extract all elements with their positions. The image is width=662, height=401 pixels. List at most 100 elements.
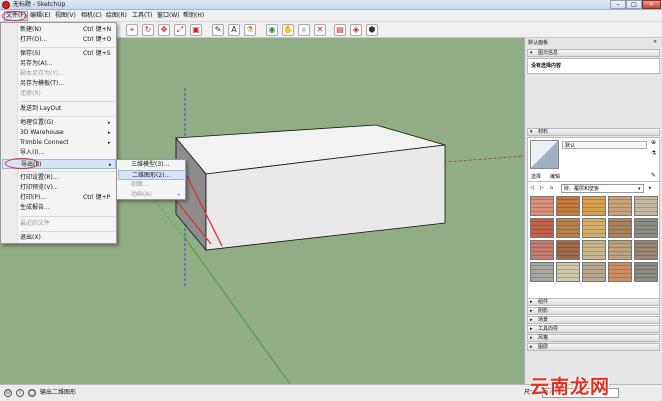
sketchup-app-icon <box>2 1 10 9</box>
material-swatch[interactable] <box>634 196 658 216</box>
material-swatch[interactable] <box>530 262 554 282</box>
rotate-tool-icon[interactable]: ↻ <box>142 24 154 36</box>
highlight-ring-export <box>5 158 39 169</box>
material-swatch[interactable] <box>634 262 658 282</box>
menu-item-generate-report[interactable]: 生成报告... <box>2 203 116 213</box>
menu-bar: 文件(F) 编辑(E) 视图(V) 相机(C) 绘图(R) 工具(T) 窗口(W… <box>0 10 662 22</box>
eyedropper-icon[interactable]: ✎ <box>651 173 656 179</box>
shadows-header[interactable]: 阴影 <box>527 307 660 315</box>
material-swatch[interactable] <box>556 196 580 216</box>
menu-item-trimble-connect[interactable]: Trimble Connect ▸ <box>2 138 116 148</box>
back-icon[interactable]: ◁ <box>530 185 534 191</box>
menu-item-geo-location[interactable]: 地理位置(G) ▸ <box>2 118 116 128</box>
pan-tool-icon[interactable]: ✋ <box>282 24 294 36</box>
menu-item-print[interactable]: 打印(P)... Ctrl 键+P <box>2 193 116 203</box>
material-swatch[interactable] <box>582 218 606 238</box>
material-swatch[interactable] <box>608 218 632 238</box>
create-material-icon[interactable]: ⊕ <box>651 140 656 146</box>
window-title: 无标题 - SketchUp <box>13 1 66 8</box>
material-swatch[interactable] <box>582 262 606 282</box>
styles-header[interactable]: 风格 <box>527 334 660 342</box>
orbit-tool-icon[interactable]: ◉ <box>266 24 278 36</box>
paint-bucket-icon[interactable]: ⚗ <box>651 151 656 157</box>
status-hint: 输出二维图形 <box>40 389 77 396</box>
scale-tool-icon[interactable]: ⤢ <box>174 24 186 36</box>
material-swatch[interactable] <box>530 196 554 216</box>
details-icon[interactable]: ▸ <box>649 185 652 191</box>
tab-edit[interactable]: 编辑 <box>550 174 560 180</box>
entity-info-value: 没有选择内容 <box>531 63 562 69</box>
material-swatch[interactable] <box>634 218 658 238</box>
menu-item-save-as-template[interactable]: 另存为模板(T)... <box>2 79 116 89</box>
material-swatch[interactable] <box>634 240 658 260</box>
menu-item-save[interactable]: 保存(S) Ctrl 键+S <box>2 49 116 59</box>
menu-item-import[interactable]: 导入(I)... <box>2 148 116 158</box>
material-swatch[interactable] <box>556 218 580 238</box>
material-name-field[interactable]: 默认 <box>562 141 647 149</box>
select-tool-icon[interactable]: ⌖ <box>126 24 138 36</box>
offset-tool-icon[interactable]: ▣ <box>190 24 202 36</box>
material-swatch[interactable] <box>582 196 606 216</box>
menu-item-send-to-layout[interactable]: 发送到 LayOut <box>2 104 116 114</box>
menu-item-open[interactable]: 打开(O)... Ctrl 键+O <box>2 35 116 45</box>
minimize-button[interactable]: – <box>610 0 626 9</box>
menu-view[interactable]: 视图(V) <box>55 12 76 20</box>
material-swatch[interactable] <box>556 240 580 260</box>
instructor-header[interactable]: 工具向导 <box>527 325 660 333</box>
geo-location-icon[interactable]: ⊙ <box>4 389 12 397</box>
menu-item-3d-warehouse[interactable]: 3D Warehouse ▸ <box>2 128 116 138</box>
home-icon[interactable]: ⌂ <box>550 185 553 191</box>
menu-item-save-copy-as: 副本另存为(Y)... <box>20 70 65 77</box>
layers-header[interactable]: 图层 <box>527 343 660 351</box>
default-tray: 默认面板 × 图元信息 没有选择内容 材料 默认 ⊕ ⚗ 选择 编辑 ✎ ◁ ▷… <box>524 38 662 384</box>
scenes-header[interactable]: 场景 <box>527 316 660 324</box>
submenu-item-animation: 动画(A) ▸ <box>131 191 181 198</box>
menu-item-print-preview[interactable]: 打印预览(V)... <box>2 183 116 193</box>
info-icon[interactable]: i <box>16 389 24 397</box>
materials-header[interactable]: 材料 <box>527 128 660 136</box>
tray-title: 默认面板 <box>528 40 549 46</box>
menu-item-new[interactable]: 新建(N) Ctrl 键+N <box>2 25 116 35</box>
menu-help[interactable]: 帮助(H) <box>183 12 204 20</box>
submenu-item-3d-model[interactable]: 三维模型(3)... <box>118 160 186 170</box>
material-swatch[interactable] <box>530 218 554 238</box>
components-header[interactable]: 组件 <box>527 298 660 306</box>
text-tool-icon[interactable]: A <box>228 24 240 36</box>
menu-item-print-setup[interactable]: 打印设置(R)... <box>2 173 116 183</box>
menu-camera[interactable]: 相机(C) <box>81 12 102 20</box>
user-icon[interactable]: ◯ <box>28 389 36 397</box>
paint-bucket-icon[interactable]: ⚗ <box>244 24 256 36</box>
menu-draw[interactable]: 绘图(R) <box>106 12 127 20</box>
zoom-tool-icon[interactable]: ⌕ <box>298 24 310 36</box>
menu-tools[interactable]: 工具(T) <box>132 12 152 20</box>
tray-close-icon[interactable]: × <box>653 39 657 45</box>
close-button[interactable]: × <box>642 0 661 9</box>
collection-dropdown[interactable]: 砖、覆层和壁板 ▾ <box>561 184 644 193</box>
material-swatch[interactable] <box>608 262 632 282</box>
tab-select[interactable]: 选择 <box>531 174 541 180</box>
material-swatch[interactable] <box>556 262 580 282</box>
material-swatch[interactable] <box>608 240 632 260</box>
extension-icon[interactable]: ◈ <box>350 24 362 36</box>
entity-info-header[interactable]: 图元信息 <box>527 49 660 57</box>
export-submenu: 三维模型(3)... 二维图形(2)... 剖面... 动画(A) ▸ <box>116 159 186 200</box>
material-swatch[interactable] <box>582 240 606 260</box>
menu-item-save-as[interactable]: 另存为(A)... <box>2 59 116 69</box>
menu-item-exit[interactable]: 退出(X) <box>2 233 116 243</box>
maximize-button[interactable]: □ <box>626 0 642 9</box>
material-swatch[interactable] <box>608 196 632 216</box>
components-icon[interactable]: ⬢ <box>366 24 378 36</box>
submenu-item-2d-graphic[interactable]: 二维图形(2)... <box>118 170 186 180</box>
file-menu-dropdown: 新建(N) Ctrl 键+N 打开(O)... Ctrl 键+O 保存(S) Ctrl… <box>0 22 117 244</box>
zoom-extents-icon[interactable]: ✕ <box>314 24 326 36</box>
warehouse-icon[interactable]: ▤ <box>334 24 346 36</box>
tape-measure-icon[interactable]: ✎ <box>212 24 224 36</box>
forward-icon[interactable]: ▷ <box>540 185 544 191</box>
material-swatch[interactable] <box>530 240 554 260</box>
move-tool-icon[interactable]: ✥ <box>158 24 170 36</box>
title-bar: 无标题 - SketchUp – □ × <box>0 0 662 10</box>
entity-info-panel: 没有选择内容 <box>527 58 660 74</box>
watermark-logo: 云南龙网 <box>530 376 611 398</box>
menu-edit[interactable]: 编辑(E) <box>30 12 50 20</box>
menu-window[interactable]: 窗口(W) <box>157 12 180 20</box>
